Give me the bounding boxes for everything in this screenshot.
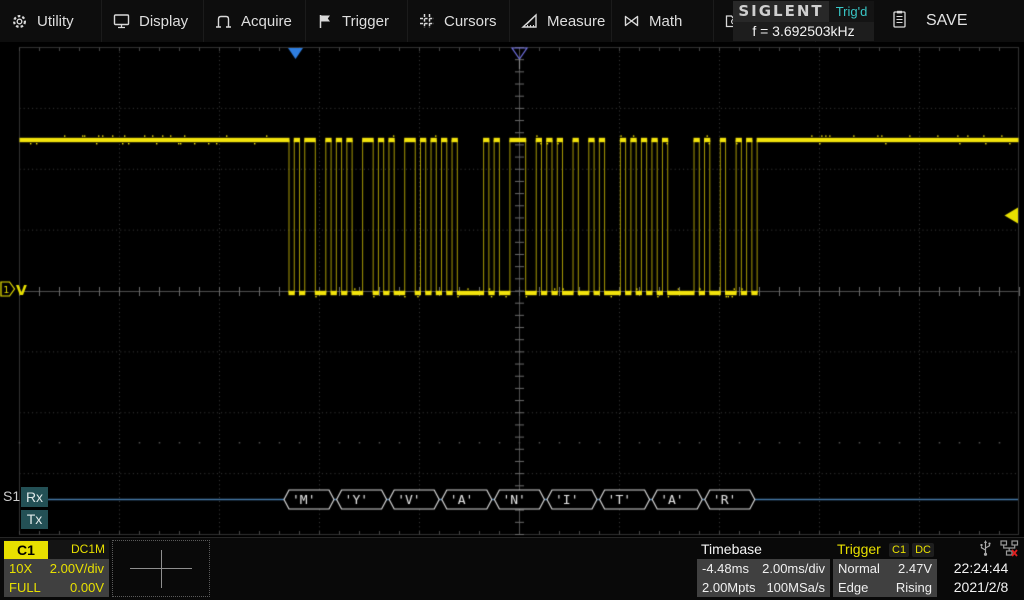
usb-icon [978, 539, 993, 560]
clock-time: 22:24:44 [938, 559, 1024, 578]
add-channel-box[interactable] [112, 540, 210, 597]
menu-item-label: Math [649, 13, 682, 30]
siglent-logo: SIGLENT [733, 1, 829, 22]
menu-item-acquire[interactable]: Acquire [204, 0, 306, 42]
channel1-bandwidth: FULL [9, 578, 41, 597]
trigger-source-badge: C1 [889, 543, 909, 557]
trigger-type: Edge [838, 578, 868, 597]
channel1-badge[interactable]: C1 [4, 541, 48, 559]
save-label: SAVE [926, 12, 968, 30]
menu-item-label: Cursors [444, 13, 497, 30]
gear-icon [11, 13, 28, 30]
timebase-points: 2.00Mpts [702, 578, 755, 597]
waveform-canvas[interactable] [0, 42, 1024, 537]
lan-disconnected-icon [1000, 540, 1019, 560]
menu-item-cursors[interactable]: Cursors [408, 0, 510, 42]
menu-item-label: Trigger [342, 13, 389, 30]
frequency-counter: f = 3.692503kHz [733, 22, 874, 41]
trigger-title: Trigger [837, 540, 881, 559]
trigger-mode: Normal [838, 559, 880, 578]
menu-item-label: Utility [37, 13, 74, 30]
timebase-title: Timebase [697, 540, 830, 559]
clipboard-icon [893, 10, 906, 33]
tx-badge[interactable]: Tx [21, 510, 48, 529]
serial-bus-label: S1 [3, 488, 20, 504]
menu-item-label: Acquire [241, 13, 292, 30]
timebase-delay: -4.48ms [702, 559, 749, 578]
channel1-coupling: DC1M [48, 540, 109, 559]
channel1-scale: 2.00V/div [50, 559, 104, 578]
channel1-offset: 0.00V [70, 578, 104, 597]
oscilloscope-screen: Utility Display Acquire Trigger Cursors [0, 0, 1024, 600]
brand-status-panel: SIGLENT Trig'd f = 3.692503kHz [733, 1, 874, 41]
trigger-status-badge: Trig'd [829, 1, 874, 22]
crosshair-icon [161, 550, 162, 588]
menu-item-display[interactable]: Display [102, 0, 204, 42]
clock-box: 22:24:44 2021/2/8 [938, 540, 1024, 597]
clock-date: 2021/2/8 [938, 578, 1024, 597]
trigger-coupling-badge: DC [912, 543, 934, 557]
monitor-icon [113, 13, 130, 29]
channel1-info-box[interactable]: C1 DC1M 10X 2.00V/div FULL 0.00V [4, 540, 109, 597]
trigger-level: 2.47V [898, 559, 932, 578]
menu-item-measure[interactable]: Measure [510, 0, 612, 42]
menu-item-label: Measure [547, 13, 605, 30]
menu-item-label: Display [139, 13, 188, 30]
rx-badge[interactable]: Rx [21, 487, 48, 507]
set-square-icon [521, 13, 538, 29]
timebase-info-box[interactable]: Timebase -4.48ms 2.00ms/div 2.00Mpts 100… [697, 540, 830, 597]
cursors-grid-icon [419, 13, 435, 29]
timebase-samplerate: 100MSa/s [766, 578, 825, 597]
timebase-scale: 2.00ms/div [762, 559, 825, 578]
menu-item-math[interactable]: Math [612, 0, 714, 42]
trigger-slope: Rising [896, 578, 932, 597]
menu-bar: Utility Display Acquire Trigger Cursors [0, 0, 1024, 42]
menu-item-utility[interactable]: Utility [0, 0, 102, 42]
scope-display-area: S1 Rx Tx [0, 42, 1024, 537]
save-button[interactable]: SAVE [878, 0, 968, 42]
trigger-info-box[interactable]: Trigger C1 DC Normal 2.47V Edge Rising [833, 540, 937, 597]
menu-item-trigger[interactable]: Trigger [306, 0, 408, 42]
bowtie-icon [623, 13, 640, 29]
channel1-probe: 10X [9, 559, 32, 578]
status-bar: C1 DC1M 10X 2.00V/div FULL 0.00V Timebas… [0, 537, 1024, 600]
flag-icon [317, 13, 333, 30]
acquire-icon [215, 13, 232, 29]
